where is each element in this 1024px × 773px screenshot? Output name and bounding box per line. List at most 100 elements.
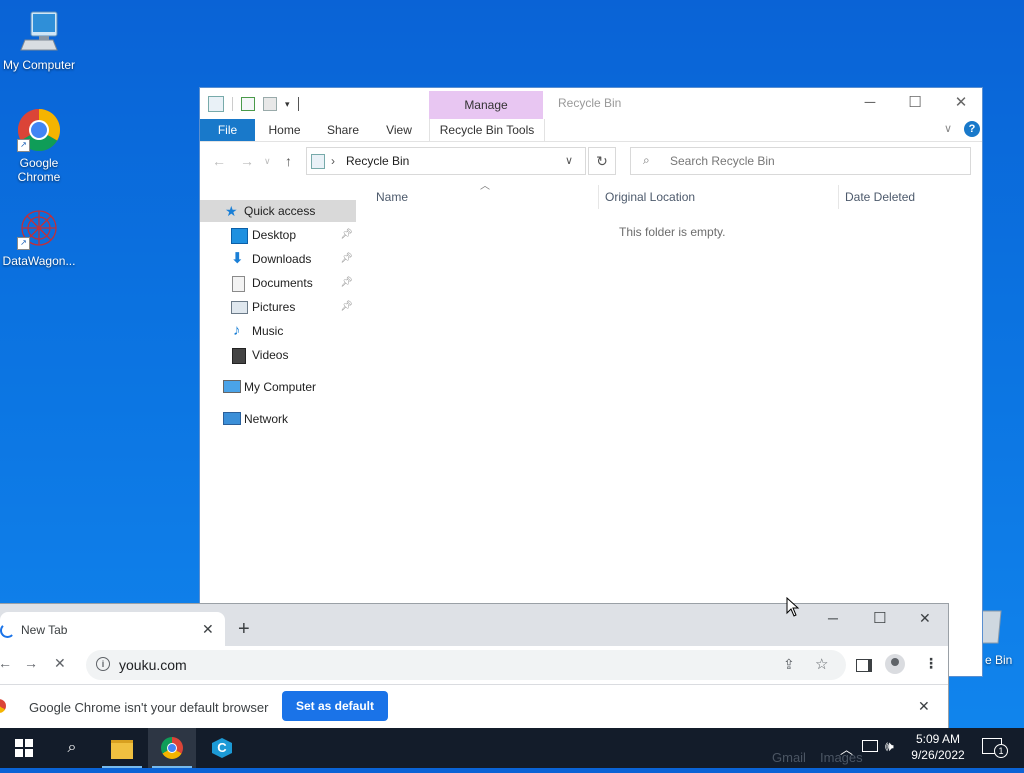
tab-strip: New Tab ✕ + ─ ☐ ✕ [0,604,948,646]
address-row: ← → ∨ ↑ › Recycle Bin ∨ ↻ ⌕ Search Recyc… [200,146,982,176]
pin-icon: 📌︎ [340,301,353,312]
column-header-name[interactable]: Name [376,185,408,209]
share-icon[interactable]: ⇪ [783,656,795,673]
quick-access-toolbar: ▾ [208,96,299,112]
clock-date: 9/26/2022 [911,748,965,762]
nav-network[interactable]: Network [200,408,356,430]
qat-dropdown-icon[interactable]: ▾ [285,99,290,110]
url-text[interactable]: youku.com [119,657,187,673]
ribbon-expand-icon[interactable]: ∨ [944,122,952,135]
computer-icon [223,380,241,393]
minimize-button[interactable]: ─ [847,92,893,114]
volume-icon[interactable]: 🕪︎ [885,738,894,755]
documents-icon [232,276,245,292]
clock[interactable]: 5:09 AM 9/26/2022 [905,731,971,763]
tab-recycle-bin-tools[interactable]: Recycle Bin Tools [429,119,545,141]
help-icon[interactable]: ? [964,121,980,137]
nav-label: Downloads [252,252,312,266]
explorer-titlebar: ▾ Manage Recycle Bin ─ ☐ ✕ [200,88,982,119]
column-divider[interactable] [598,185,599,209]
nav-label: Music [252,324,284,338]
address-dropdown-icon[interactable]: ∨ [565,154,573,167]
taskbar-app-c[interactable]: C [198,728,246,768]
download-arrow-icon: ⬇ [231,250,244,267]
show-hidden-icons[interactable]: ︿ [840,739,853,758]
avatar-head [891,658,899,666]
desktop-icon-google-chrome[interactable]: ↗ Google Chrome [0,108,78,184]
nav-documents[interactable]: Documents 📌︎ [200,272,356,294]
nav-videos[interactable]: Videos [200,344,356,366]
address-bar[interactable]: › Recycle Bin ∨ [306,147,586,175]
browser-tab[interactable]: New Tab ✕ [0,612,225,646]
search-input[interactable]: ⌕ Search Recycle Bin [630,147,971,175]
pictures-icon [231,301,248,314]
c-app-icon: C [212,738,232,758]
empty-folder-message: This folder is empty. [619,225,726,239]
close-button[interactable]: ✕ [938,92,984,114]
bookmark-star-icon[interactable]: ☆ [815,655,828,673]
nav-quick-access[interactable]: ★ Quick access [200,200,356,222]
pin-icon: 📌︎ [340,229,353,240]
chrome-maximize-button[interactable]: ☐ [873,609,886,627]
sort-ascending-icon: ︿ [480,181,490,192]
profile-avatar-icon[interactable] [885,654,905,674]
set-as-default-button[interactable]: Set as default [282,691,388,721]
nav-downloads[interactable]: ⬇ Downloads 📌︎ [200,248,356,270]
tab-home[interactable]: Home [262,119,307,141]
mouse-cursor-icon [786,597,800,617]
tab-close-icon[interactable]: ✕ [202,621,214,638]
column-header-date-deleted[interactable]: Date Deleted [845,185,915,209]
stop-loading-icon[interactable]: ✕ [54,655,66,672]
nav-label: Documents [252,276,313,290]
chrome-icon [161,737,183,759]
taskbar-file-explorer[interactable] [98,728,146,768]
nav-music[interactable]: ♪ Music [200,320,356,342]
side-panel-icon[interactable] [856,659,872,672]
recent-locations-icon[interactable]: ∨ [264,156,271,167]
chrome-minimize-button[interactable]: ─ [828,610,838,626]
new-folder-icon[interactable] [263,97,277,111]
refresh-button[interactable]: ↻ [588,147,616,175]
properties-icon[interactable] [241,97,255,111]
forward-button[interactable]: → [240,153,254,169]
column-header-original-location[interactable]: Original Location [605,185,695,209]
chrome-close-button[interactable]: ✕ [919,610,931,627]
taskbar: ⌕ C Gmail Images ︿ 🕪︎ 5:09 AM 9/26/2022 … [0,728,1024,768]
notifications-icon[interactable]: 1 [982,738,1008,758]
breadcrumb[interactable]: Recycle Bin [346,154,409,168]
menu-kebab-icon[interactable]: ⋮ [924,655,938,672]
clock-time: 5:09 AM [915,732,961,746]
desktop-icon-datawagon[interactable]: ↗ DataWagon... [0,206,78,268]
infobar-message: Google Chrome isn't your default browser [29,700,269,715]
chrome-toolbar: ← → ✕ i youku.com ⇪ ☆ ⋮ [0,646,948,684]
new-tab-button[interactable]: + [238,618,250,641]
start-button[interactable] [0,728,48,768]
column-divider[interactable] [838,185,839,209]
up-button[interactable]: ↑ [285,153,292,169]
forward-arrow-icon[interactable]: → [24,655,38,671]
datawagon-icon: ↗ [17,206,61,250]
maximize-button[interactable]: ☐ [892,92,938,114]
nav-my-computer[interactable]: My Computer [200,376,356,398]
nav-label: My Computer [244,380,317,394]
tab-share[interactable]: Share [320,119,366,141]
address-bar[interactable]: i youku.com ⇪ ☆ [86,650,846,680]
nav-label: Videos [252,348,289,362]
nav-pictures[interactable]: Pictures 📌︎ [200,296,356,318]
network-tray-icon[interactable] [862,740,878,752]
pin-icon: 📌︎ [340,253,353,264]
search-placeholder: Search Recycle Bin [670,154,775,168]
taskbar-chrome[interactable] [148,728,196,768]
tab-view[interactable]: View [378,119,420,141]
back-arrow-icon[interactable]: ← [0,655,12,671]
site-info-icon[interactable]: i [96,657,110,671]
tab-file[interactable]: File [200,119,255,141]
desktop-icon-my-computer[interactable]: My Computer [0,10,78,72]
back-button[interactable]: ← [212,153,226,169]
chrome-logo-icon [0,699,6,713]
infobar-close-icon[interactable]: ✕ [918,698,930,715]
search-icon: ⌕ [643,153,650,167]
search-taskbar-button[interactable]: ⌕ [48,728,96,768]
nav-desktop[interactable]: Desktop 📌︎ [200,224,356,246]
window-title: Recycle Bin [558,96,622,110]
